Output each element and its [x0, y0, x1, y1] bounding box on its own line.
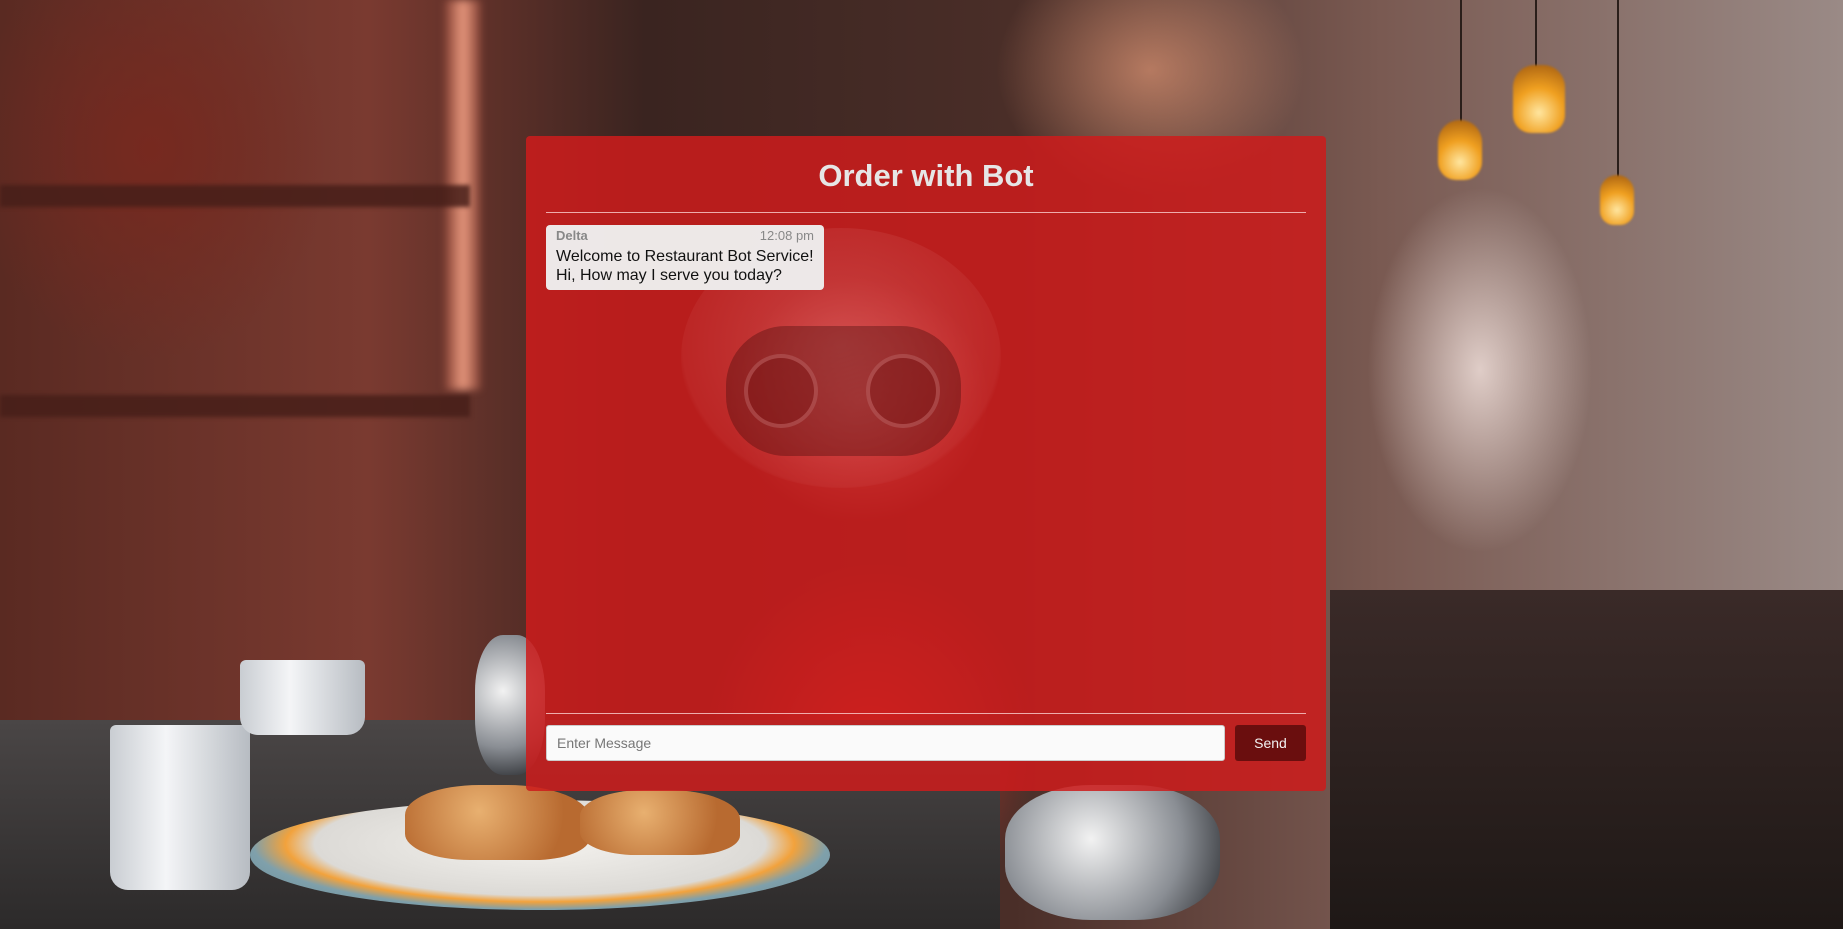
message-time: 12:08 pm — [759, 228, 814, 243]
bot-message: Delta 12:08 pm Welcome to Restaurant Bot… — [546, 225, 824, 290]
bar-counter — [1330, 590, 1843, 929]
message-line: Hi, How may I serve you today? — [556, 267, 782, 284]
message-input[interactable] — [546, 725, 1225, 761]
message-line: Welcome to Restaurant Bot Service! — [556, 248, 814, 265]
bread — [580, 790, 740, 855]
chat-header: Order with Bot — [546, 136, 1306, 213]
pendant-lamp — [1600, 175, 1634, 225]
coffee-cup — [240, 660, 365, 735]
pendant-lamp — [1513, 65, 1565, 133]
message-meta: Delta 12:08 pm — [556, 228, 814, 244]
shelf — [0, 395, 470, 417]
message-text: Welcome to Restaurant Bot Service! Hi, H… — [556, 247, 814, 285]
message-list: Delta 12:08 pm Welcome to Restaurant Bot… — [546, 213, 1306, 713]
chat-panel: Order with Bot Delta 12:08 pm Welcome to… — [526, 136, 1326, 791]
coffee-mug — [110, 725, 250, 890]
message-input-bar: Send — [546, 713, 1306, 761]
message-sender: Delta — [556, 228, 588, 243]
bread — [405, 785, 590, 860]
pendant-lamp — [1438, 120, 1482, 180]
robot-hand — [1005, 785, 1220, 920]
chat-title: Order with Bot — [818, 158, 1034, 193]
shelf — [0, 185, 470, 207]
send-button[interactable]: Send — [1235, 725, 1306, 761]
